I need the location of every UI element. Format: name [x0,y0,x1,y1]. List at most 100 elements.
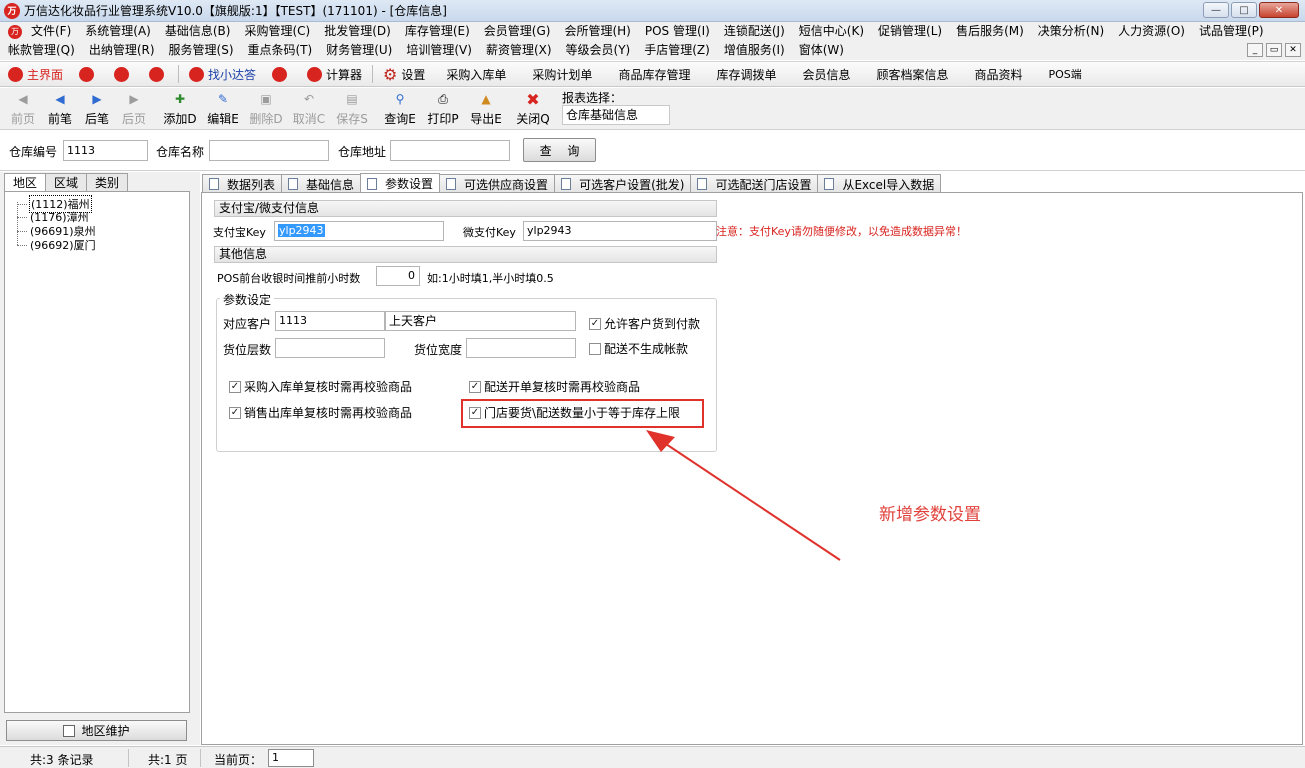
close-icon[interactable]: ✕ [1259,2,1299,18]
allow-cod-checkbox[interactable]: ✓ 允许客户货到付款 [589,315,700,332]
save-button[interactable]: ▤ 保存S [332,90,372,128]
shelf-width-label: 货位宽度 [414,343,463,357]
tip-button[interactable] [141,62,176,86]
report-select[interactable]: 仓库基础信息 [562,105,670,125]
settings-label: 设置 [401,67,426,82]
close-button[interactable]: ✖ 关闭Q [513,90,553,128]
edit-button[interactable]: ✎ 编辑E [203,90,243,128]
excel-icon [824,178,835,190]
tab-stores[interactable]: 可选配送门店设置 [690,174,819,193]
menu-wholesale[interactable]: 批发管理(D) [317,22,398,41]
query-button[interactable]: ⚲ 查询E [380,90,420,128]
menu-member[interactable]: 会员管理(G) [477,22,558,41]
warehouse-code-input[interactable]: 1113 [63,140,148,161]
tab-data-list[interactable]: 数据列表 [202,174,283,193]
next-button[interactable]: ▶ 后笔 [77,90,117,128]
alipay-key-input[interactable]: ylp2943 [274,221,444,241]
quick-link-stock[interactable]: 商品库存管理 [605,62,703,86]
next-page-button[interactable]: ▶ 后页 [114,90,154,128]
delete-button[interactable]: ▣ 删除D [246,90,286,128]
minimize-icon[interactable]: — [1203,2,1229,18]
quick-link-purchase-in[interactable]: 采购入库单 [433,62,519,86]
cancel-button[interactable]: ↶ 取消C [289,90,329,128]
menu-distribution[interactable]: 连锁配送(J) [717,22,792,41]
menu-inventory[interactable]: 库存管理(E) [398,22,477,41]
quick-link-purchase-plan[interactable]: 采购计划单 [519,62,605,86]
prev-button[interactable]: ◀ 前笔 [40,90,80,128]
menu-after-sales[interactable]: 售后服务(M) [949,22,1031,41]
menu-promotion[interactable]: 促销管理(L) [871,22,949,41]
tab-category[interactable]: 类别 [86,173,129,192]
menu-cashier[interactable]: 出纳管理(R) [82,41,162,60]
menu-value-added[interactable]: 增值服务(I) [717,41,792,60]
lock-button[interactable] [71,62,106,86]
house-button[interactable] [264,62,299,86]
wechat-key-input[interactable]: ylp2943 [523,221,717,241]
current-page-input[interactable]: 1 [268,749,314,767]
quick-link-customer[interactable]: 顾客档案信息 [863,62,961,86]
cancel-label: 取消C [292,112,326,126]
add-label: 添加D [163,112,197,126]
quick-link-pos[interactable]: POS端 [1036,62,1095,86]
add-button[interactable]: ✚ 添加D [160,90,200,128]
menu-service[interactable]: 服务管理(S) [162,41,241,60]
calculator-button[interactable]: 计算器 [299,62,370,86]
pos-hours-input[interactable]: 0 [376,266,420,286]
quick-link-member[interactable]: 会员信息 [789,62,863,86]
maximize-icon[interactable]: □ [1231,2,1257,18]
menu-pos[interactable]: POS 管理(I) [638,22,717,41]
settings-button[interactable]: ⚙ 设置 [375,62,433,86]
shelf-layers-input[interactable] [275,338,385,358]
menu-basic-info[interactable]: 基础信息(B) [158,22,238,41]
print-button[interactable]: ⎙ 打印P [423,90,463,128]
menu-training[interactable]: 培训管理(V) [399,41,479,60]
tab-region[interactable]: 地区 [4,173,47,193]
menu-level-member[interactable]: 等级会员(Y) [559,41,638,60]
save-label: 保存S [336,112,368,126]
menu-system[interactable]: 系统管理(A) [78,22,158,41]
payment-section-header: 支付宝/微支付信息 [214,200,717,217]
menu-salary[interactable]: 薪资管理(X) [479,41,559,60]
customer-name-input[interactable]: 上天客户 [385,311,576,331]
warehouse-address-input[interactable] [390,140,510,161]
menu-window[interactable]: 窗体(W) [792,41,851,60]
tab-customers[interactable]: 可选客户设置(批发) [554,174,692,193]
menu-key-barcode[interactable]: 重点条码(T) [241,41,320,60]
region-maintain-button[interactable]: 地区维护 [6,720,187,741]
shelf-width-input[interactable] [466,338,576,358]
menu-sms[interactable]: 短信中心(K) [792,22,871,41]
menu-hr[interactable]: 人力资源(O) [1111,22,1192,41]
quick-link-transfer[interactable]: 库存调拨单 [703,62,789,86]
chat-button[interactable] [106,62,141,86]
menu-accounts[interactable]: 帐款管理(Q) [0,41,82,60]
mdi-restore-icon[interactable]: ▭ [1266,43,1282,57]
quick-link-product[interactable]: 商品资料 [962,62,1036,86]
menu-finance[interactable]: 财务管理(U) [319,41,399,60]
mdi-close-icon[interactable]: ✕ [1285,43,1301,57]
warehouse-name-input[interactable] [209,140,329,161]
menu-trial[interactable]: 试品管理(P) [1192,22,1271,41]
menu-club[interactable]: 会所管理(H) [557,22,637,41]
splitter[interactable] [192,172,200,745]
sales-check-checkbox[interactable]: ✓ 销售出库单复核时需再校验商品 [229,404,412,421]
menu-decision[interactable]: 决策分析(N) [1031,22,1111,41]
tree-node[interactable]: (96692)厦门 [17,237,97,253]
customer-code-input[interactable]: 1113 [275,311,385,331]
query-search-button[interactable]: 查 询 [523,138,596,162]
tab-excel-import[interactable]: 从Excel导入数据 [817,174,942,193]
tab-parameters[interactable]: 参数设置 [360,173,441,193]
prev-page-button[interactable]: ◀ 前页 [3,90,43,128]
distribution-check-checkbox[interactable]: ✓ 配送开单复核时需再校验商品 [469,378,640,395]
tab-area[interactable]: 区域 [45,173,88,192]
tab-suppliers[interactable]: 可选供应商设置 [439,174,556,193]
home-button[interactable]: 主界面 [0,62,71,86]
mdi-minimize-icon[interactable]: _ [1247,43,1263,57]
menu-file[interactable]: 文件(F) [24,22,78,41]
export-button[interactable]: ▲ 导出E [466,90,506,128]
no-account-checkbox[interactable]: 配送不生成帐款 [589,340,688,357]
menu-purchase[interactable]: 采购管理(C) [237,22,317,41]
menu-store[interactable]: 手店管理(Z) [637,41,717,60]
purchase-check-checkbox[interactable]: ✓ 采购入库单复核时需再校验商品 [229,378,412,395]
assistant-button[interactable]: 找小达答 [181,62,264,86]
tab-basic-info[interactable]: 基础信息 [281,174,362,193]
